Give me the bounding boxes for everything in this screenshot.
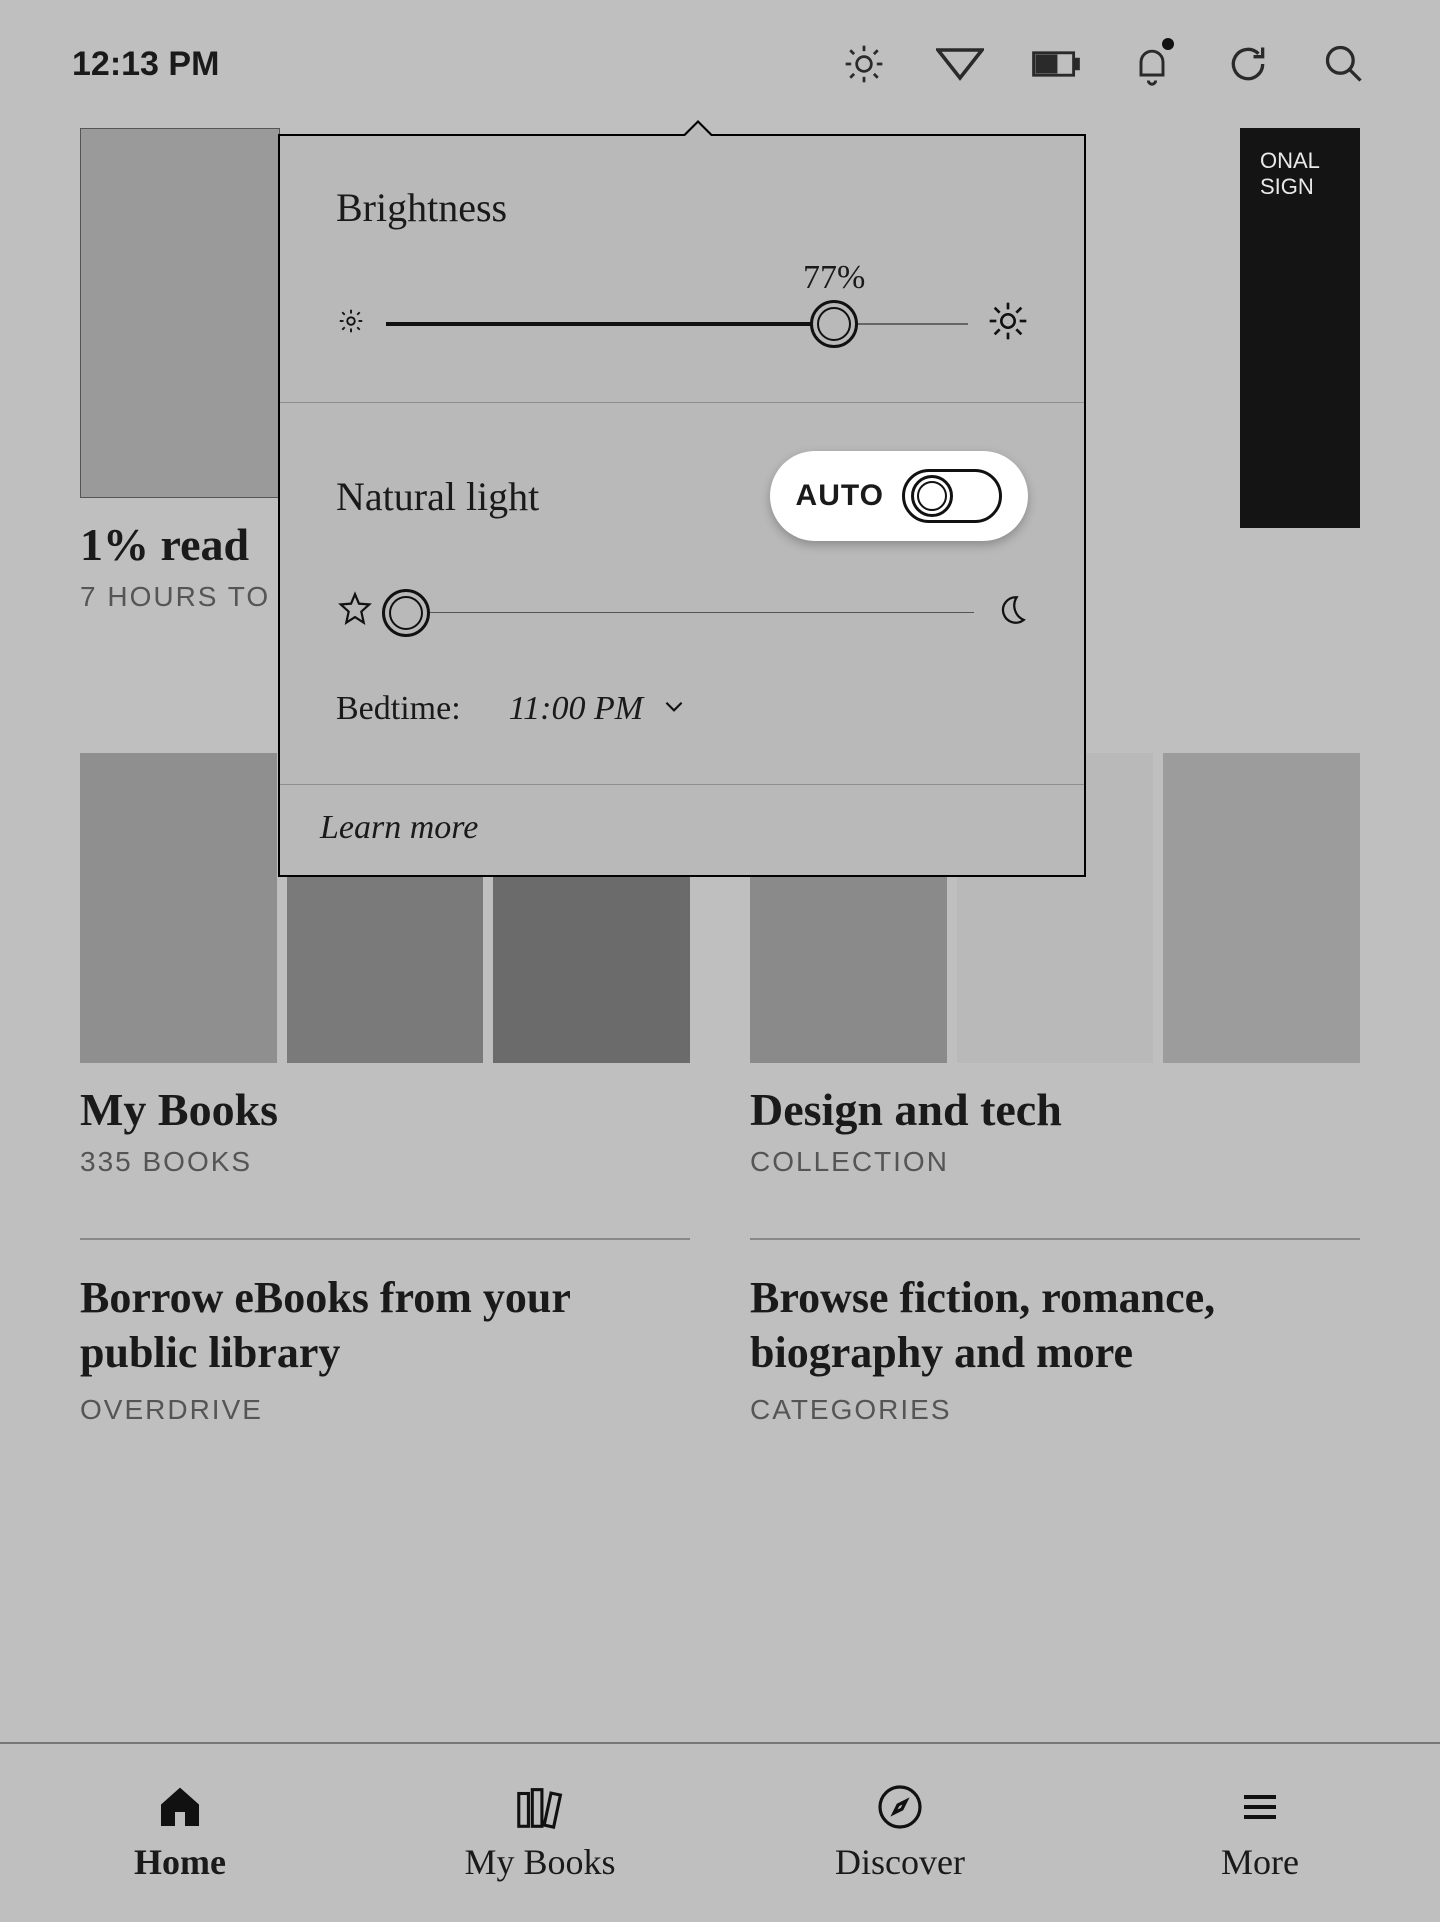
- menu-icon: [1236, 1783, 1284, 1831]
- brightness-value: 77%: [803, 259, 865, 297]
- link-title: Browse fiction, romance, biography and m…: [750, 1270, 1360, 1380]
- chevron-down-icon: [661, 690, 687, 728]
- book-cover[interactable]: ONALSIGN: [1240, 128, 1360, 528]
- wifi-icon[interactable]: [936, 40, 984, 88]
- bedtime-label: Bedtime:: [336, 690, 461, 728]
- nav-discover[interactable]: Discover: [720, 1744, 1080, 1922]
- shelf-subtitle: 335 BOOKS: [80, 1146, 690, 1178]
- status-icons: [840, 40, 1368, 88]
- brightness-panel: Brightness 77%: [278, 134, 1086, 877]
- auto-label: AUTO: [796, 479, 884, 513]
- nav-home[interactable]: Home: [0, 1744, 360, 1922]
- book-cover[interactable]: [1163, 753, 1360, 1063]
- shelf-title[interactable]: My Books: [80, 1083, 690, 1136]
- sun-outline-icon: [336, 591, 374, 634]
- toggle-switch[interactable]: [902, 469, 1002, 523]
- nav-label: Home: [134, 1841, 226, 1883]
- home-icon: [156, 1783, 204, 1831]
- battery-icon[interactable]: [1032, 40, 1080, 88]
- categories-link[interactable]: Browse fiction, romance, biography and m…: [750, 1238, 1360, 1426]
- books-icon: [513, 1783, 567, 1831]
- collection-title[interactable]: Design and tech: [750, 1083, 1360, 1136]
- natural-light-slider[interactable]: [336, 591, 1028, 634]
- nav-label: Discover: [835, 1841, 965, 1883]
- slider-thumb[interactable]: [382, 589, 430, 637]
- brightness-icon[interactable]: [840, 40, 888, 88]
- nav-my-books[interactable]: My Books: [360, 1744, 720, 1922]
- sun-small-icon: [336, 306, 366, 341]
- nav-label: More: [1221, 1841, 1299, 1883]
- status-bar: 12:13 PM: [0, 0, 1440, 128]
- book-cover[interactable]: [80, 128, 280, 498]
- collection-subtitle: COLLECTION: [750, 1146, 1360, 1178]
- brightness-heading: Brightness: [336, 184, 1028, 231]
- sync-icon[interactable]: [1224, 40, 1272, 88]
- search-icon[interactable]: [1320, 40, 1368, 88]
- moon-icon: [994, 593, 1028, 632]
- nav-label: My Books: [464, 1841, 615, 1883]
- compass-icon: [876, 1783, 924, 1831]
- learn-more-link[interactable]: Learn more: [280, 785, 1084, 875]
- nav-more[interactable]: More: [1080, 1744, 1440, 1922]
- brightness-slider[interactable]: 77%: [336, 301, 1028, 346]
- link-title: Borrow eBooks from your public library: [80, 1270, 690, 1380]
- bell-icon[interactable]: [1128, 40, 1176, 88]
- natural-light-heading: Natural light: [336, 473, 539, 520]
- clock: 12:13 PM: [72, 45, 219, 84]
- book-cover[interactable]: [80, 753, 277, 1063]
- bedtime-value: 11:00 PM: [509, 690, 643, 728]
- slider-thumb[interactable]: [810, 300, 858, 348]
- link-subtitle: CATEGORIES: [750, 1394, 1360, 1426]
- link-subtitle: OVERDRIVE: [80, 1394, 690, 1426]
- overdrive-link[interactable]: Borrow eBooks from your public library O…: [80, 1238, 690, 1426]
- bottom-nav: Home My Books Discover More: [0, 1742, 1440, 1922]
- notification-dot-icon: [1162, 38, 1174, 50]
- auto-toggle[interactable]: AUTO: [770, 451, 1028, 541]
- bedtime-dropdown[interactable]: 11:00 PM: [509, 690, 687, 728]
- sun-large-icon: [988, 301, 1028, 346]
